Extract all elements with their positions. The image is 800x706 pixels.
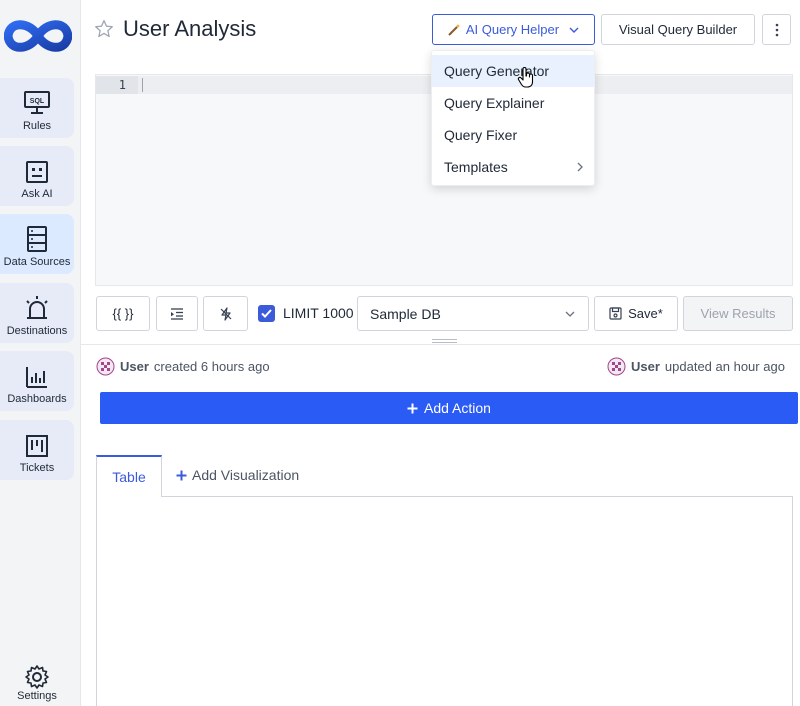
settings-label: Settings: [17, 690, 57, 702]
bar-chart-icon: [26, 367, 47, 388]
server-stack-icon: [27, 226, 47, 252]
sidebar-item-ask-ai[interactable]: Ask AI: [0, 146, 74, 206]
ai-query-helper-button[interactable]: AI Query Helper: [432, 14, 595, 45]
robot-face-icon: [26, 161, 48, 183]
menu-item-query-fixer[interactable]: Query Fixer: [432, 119, 594, 151]
sidebar-item-dashboards[interactable]: Dashboards: [0, 351, 74, 411]
resize-handle[interactable]: [432, 339, 457, 343]
line-number: 1: [96, 76, 138, 94]
plus-icon: [176, 470, 187, 480]
menu-item-query-explainer[interactable]: Query Explainer: [432, 87, 594, 119]
limit-checkbox[interactable]: [258, 305, 275, 322]
updated-user[interactable]: User: [631, 359, 660, 374]
sidebar-item-label: Tickets: [19, 462, 55, 474]
sidebar-item-label: Ask AI: [21, 188, 53, 200]
sidebar: SQL Rules Ask AI Data Sources Destinatio…: [0, 0, 81, 706]
gear-icon: [25, 665, 49, 689]
add-action-label: Add Action: [424, 400, 491, 416]
created-time: created 6 hours ago: [153, 359, 270, 374]
favorite-star-icon[interactable]: [94, 19, 114, 44]
sidebar-item-label: Rules: [22, 120, 52, 132]
results-panel: [96, 496, 793, 706]
sidebar-item-rules[interactable]: SQL Rules: [0, 78, 74, 138]
insert-template-button[interactable]: {{ }}: [96, 296, 150, 331]
sidebar-item-label: Destinations: [6, 325, 68, 337]
sidebar-item-destinations[interactable]: Destinations: [0, 283, 74, 343]
sql-badge: SQL: [30, 98, 45, 105]
app-logo[interactable]: [3, 14, 73, 58]
menu-item-query-generator[interactable]: Query Generator: [432, 55, 594, 87]
view-results-button[interactable]: View Results: [683, 296, 793, 331]
lightning-off-icon: [220, 306, 231, 321]
add-visualization-tab[interactable]: Add Visualization: [176, 467, 299, 483]
more-options-button[interactable]: [762, 14, 791, 45]
limit-label[interactable]: LIMIT 1000: [283, 305, 354, 321]
checkmark-icon: [261, 309, 272, 318]
sidebar-item-settings[interactable]: Settings: [0, 656, 74, 702]
created-user[interactable]: User: [120, 359, 149, 374]
created-info: User created 6 hours ago: [96, 357, 270, 376]
chevron-down-icon: [565, 311, 575, 317]
updated-info: User updated an hour ago: [607, 357, 785, 376]
floppy-disk-icon: [609, 307, 622, 320]
sidebar-item-label: Dashboards: [7, 393, 67, 405]
autocomplete-toggle-button[interactable]: [203, 296, 248, 331]
add-visualization-label: Add Visualization: [192, 467, 300, 483]
menu-item-templates[interactable]: Templates: [432, 151, 594, 183]
menu-item-label: Query Fixer: [444, 127, 518, 143]
datasource-select[interactable]: Sample DB: [357, 296, 589, 331]
chevron-right-icon: [577, 162, 583, 172]
user-avatar-icon: [96, 357, 115, 376]
indent-icon: [171, 307, 183, 320]
save-label: Save*: [628, 306, 663, 321]
kanban-icon: [26, 435, 48, 457]
menu-item-label: Templates: [444, 159, 508, 175]
page-title: User Analysis: [123, 16, 257, 41]
ai-query-helper-menu: Query Generator Query Explainer Query Fi…: [431, 50, 595, 186]
magic-wand-icon: [448, 23, 460, 36]
add-action-button[interactable]: Add Action: [100, 392, 798, 424]
format-query-button[interactable]: [156, 296, 198, 331]
user-avatar-icon: [607, 357, 626, 376]
sidebar-item-tickets[interactable]: Tickets: [0, 420, 74, 480]
save-button[interactable]: Save*: [594, 296, 678, 331]
chevron-down-icon: [569, 27, 579, 33]
tab-table[interactable]: Table: [96, 455, 162, 497]
plus-icon: [407, 403, 418, 413]
alarm-light-icon: [26, 296, 48, 319]
ai-query-helper-label: AI Query Helper: [465, 22, 560, 37]
kebab-menu-icon: [775, 23, 778, 36]
text-cursor: [142, 78, 143, 92]
sidebar-item-data-sources[interactable]: Data Sources: [0, 214, 74, 274]
section-divider: [81, 344, 800, 345]
updated-time: updated an hour ago: [664, 359, 785, 374]
menu-item-label: Query Explainer: [444, 95, 545, 111]
sidebar-item-label: Data Sources: [3, 256, 71, 268]
hand-pointer-cursor-icon: [517, 67, 535, 94]
datasource-value: Sample DB: [370, 305, 441, 322]
sql-monitor-icon: SQL: [24, 91, 50, 114]
visual-query-builder-button[interactable]: Visual Query Builder: [601, 14, 755, 45]
